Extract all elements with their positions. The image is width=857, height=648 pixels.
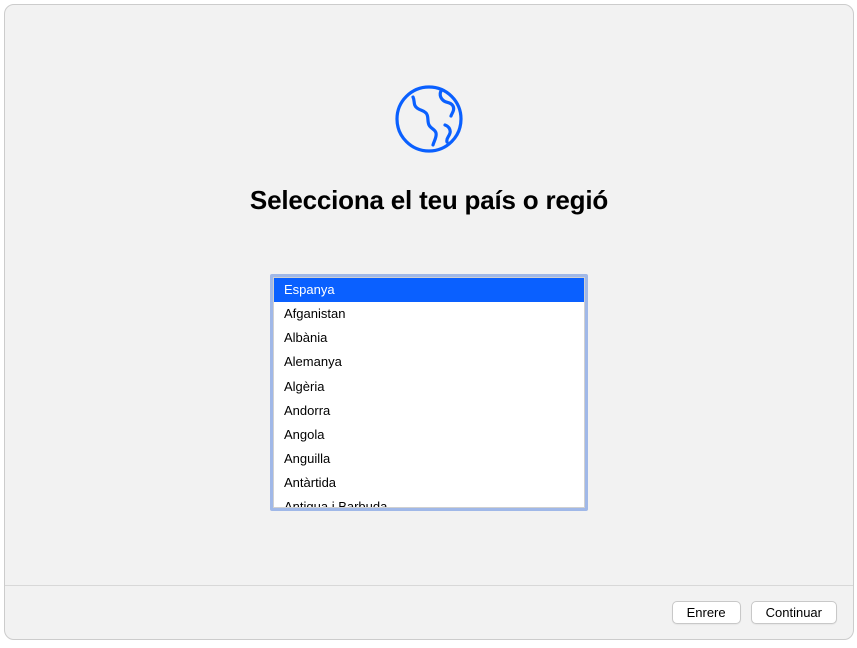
list-item[interactable]: Angola xyxy=(274,423,584,447)
continue-button[interactable]: Continuar xyxy=(751,601,837,624)
list-item[interactable]: Antàrtida xyxy=(274,471,584,495)
list-item[interactable]: Andorra xyxy=(274,399,584,423)
list-item[interactable]: Anguilla xyxy=(274,447,584,471)
list-item[interactable]: Algèria xyxy=(274,375,584,399)
list-item[interactable]: Antigua i Barbuda xyxy=(274,495,584,508)
country-list[interactable]: EspanyaAfganistanAlbàniaAlemanyaAlgèriaA… xyxy=(270,274,588,511)
setup-window: Selecciona el teu país o regió EspanyaAf… xyxy=(4,4,854,640)
list-item[interactable]: Espanya xyxy=(274,278,584,302)
back-button[interactable]: Enrere xyxy=(672,601,741,624)
globe-icon xyxy=(393,83,465,155)
main-content: Selecciona el teu país o regió EspanyaAf… xyxy=(5,5,853,585)
list-item[interactable]: Alemanya xyxy=(274,350,584,374)
footer-bar: Enrere Continuar xyxy=(5,585,853,639)
list-item[interactable]: Albània xyxy=(274,326,584,350)
country-list-scroll[interactable]: EspanyaAfganistanAlbàniaAlemanyaAlgèriaA… xyxy=(273,277,585,508)
list-item[interactable]: Afganistan xyxy=(274,302,584,326)
page-title: Selecciona el teu país o regió xyxy=(250,185,608,216)
